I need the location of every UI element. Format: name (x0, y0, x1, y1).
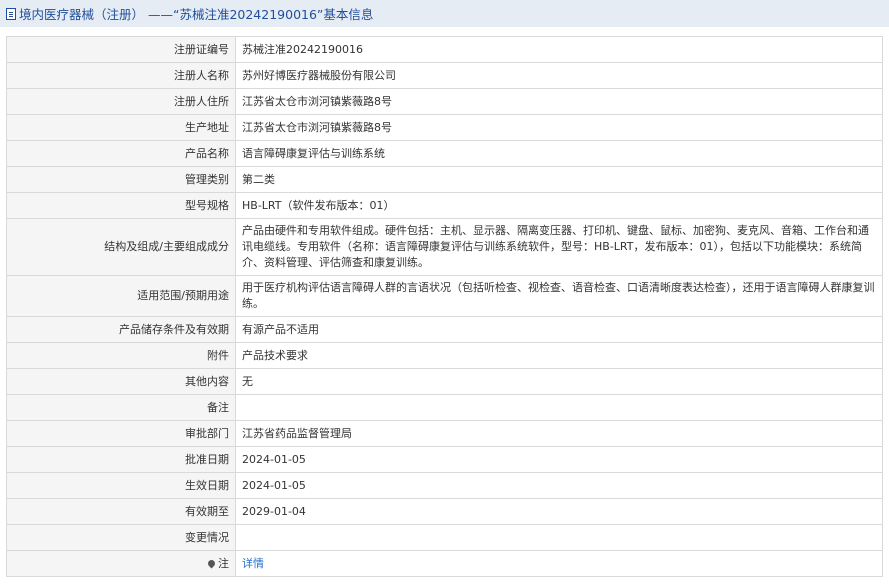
row-value (235, 394, 883, 421)
row-label: 结构及组成/主要组成成分 (6, 218, 236, 276)
table-row: 结构及组成/主要组成成分 产品由硬件和专用软件组成。硬件包括：主机、显示器、隔离… (6, 218, 883, 276)
row-label: 产品储存条件及有效期 (6, 316, 236, 343)
table-row: 批准日期 2024-01-05 (6, 446, 883, 473)
row-value: 第二类 (235, 166, 883, 193)
row-label: 产品名称 (6, 140, 236, 167)
page-title: 境内医疗器械（注册） ——“苏械注准20242190016”基本信息 (19, 7, 374, 22)
row-label: 适用范围/预期用途 (6, 275, 236, 317)
row-value: 语言障碍康复评估与训练系统 (235, 140, 883, 167)
row-label: 注册人名称 (6, 62, 236, 89)
row-label: 其他内容 (6, 368, 236, 395)
table-row: 型号规格 HB-LRT（软件发布版本：01） (6, 192, 883, 219)
table-row: 生效日期 2024-01-05 (6, 472, 883, 499)
row-value: 江苏省太仓市浏河镇紫薇路8号 (235, 88, 883, 115)
table-row: 注册证编号 苏械注准20242190016 (6, 36, 883, 63)
row-label: 变更情况 (6, 524, 236, 551)
table-row: 备注 (6, 394, 883, 421)
row-value (235, 524, 883, 551)
table-row: 生产地址 江苏省太仓市浏河镇紫薇路8号 (6, 114, 883, 141)
info-table: 注册证编号 苏械注准20242190016 注册人名称 苏州好博医疗器械股份有限… (6, 36, 883, 577)
document-icon (6, 7, 16, 20)
table-row: 产品名称 语言障碍康复评估与训练系统 (6, 140, 883, 167)
note-label-cell: 注 (6, 550, 236, 577)
row-value: 有源产品不适用 (235, 316, 883, 343)
info-table-container: 注册证编号 苏械注准20242190016 注册人名称 苏州好博医疗器械股份有限… (0, 27, 889, 577)
row-value: 江苏省药品监督管理局 (235, 420, 883, 447)
row-label: 生产地址 (6, 114, 236, 141)
row-label: 型号规格 (6, 192, 236, 219)
table-row: 其他内容 无 (6, 368, 883, 395)
row-label: 有效期至 (6, 498, 236, 525)
row-value: 苏械注准20242190016 (235, 36, 883, 63)
row-value: HB-LRT（软件发布版本：01） (235, 192, 883, 219)
note-label: 注 (218, 556, 229, 570)
table-row-note: 注 详情 (6, 550, 883, 577)
row-label: 注册人住所 (6, 88, 236, 115)
table-row: 注册人住所 江苏省太仓市浏河镇紫薇路8号 (6, 88, 883, 115)
table-row: 产品储存条件及有效期 有源产品不适用 (6, 316, 883, 343)
row-label: 注册证编号 (6, 36, 236, 63)
row-label: 生效日期 (6, 472, 236, 499)
row-value: 江苏省太仓市浏河镇紫薇路8号 (235, 114, 883, 141)
row-value: 无 (235, 368, 883, 395)
row-label: 批准日期 (6, 446, 236, 473)
row-value: 产品由硬件和专用软件组成。硬件包括：主机、显示器、隔离变压器、打印机、键盘、鼠标… (235, 218, 883, 276)
map-pin-icon (206, 558, 217, 568)
table-row: 审批部门 江苏省药品监督管理局 (6, 420, 883, 447)
row-label: 附件 (6, 342, 236, 369)
row-value: 2024-01-05 (235, 472, 883, 499)
row-value: 2029-01-04 (235, 498, 883, 525)
row-label: 审批部门 (6, 420, 236, 447)
table-row: 附件 产品技术要求 (6, 342, 883, 369)
table-row: 注册人名称 苏州好博医疗器械股份有限公司 (6, 62, 883, 89)
table-row: 有效期至 2029-01-04 (6, 498, 883, 525)
row-value: 2024-01-05 (235, 446, 883, 473)
details-link[interactable]: 详情 (235, 550, 883, 577)
row-value: 产品技术要求 (235, 342, 883, 369)
table-row: 管理类别 第二类 (6, 166, 883, 193)
table-row: 变更情况 (6, 524, 883, 551)
table-row: 适用范围/预期用途 用于医疗机构评估语言障碍人群的言语状况（包括听检查、视检查、… (6, 275, 883, 317)
page-header: 境内医疗器械（注册） ——“苏械注准20242190016”基本信息 (0, 0, 889, 27)
row-value: 用于医疗机构评估语言障碍人群的言语状况（包括听检查、视检查、语音检查、口语清晰度… (235, 275, 883, 317)
row-label: 管理类别 (6, 166, 236, 193)
row-value: 苏州好博医疗器械股份有限公司 (235, 62, 883, 89)
row-label: 备注 (6, 394, 236, 421)
